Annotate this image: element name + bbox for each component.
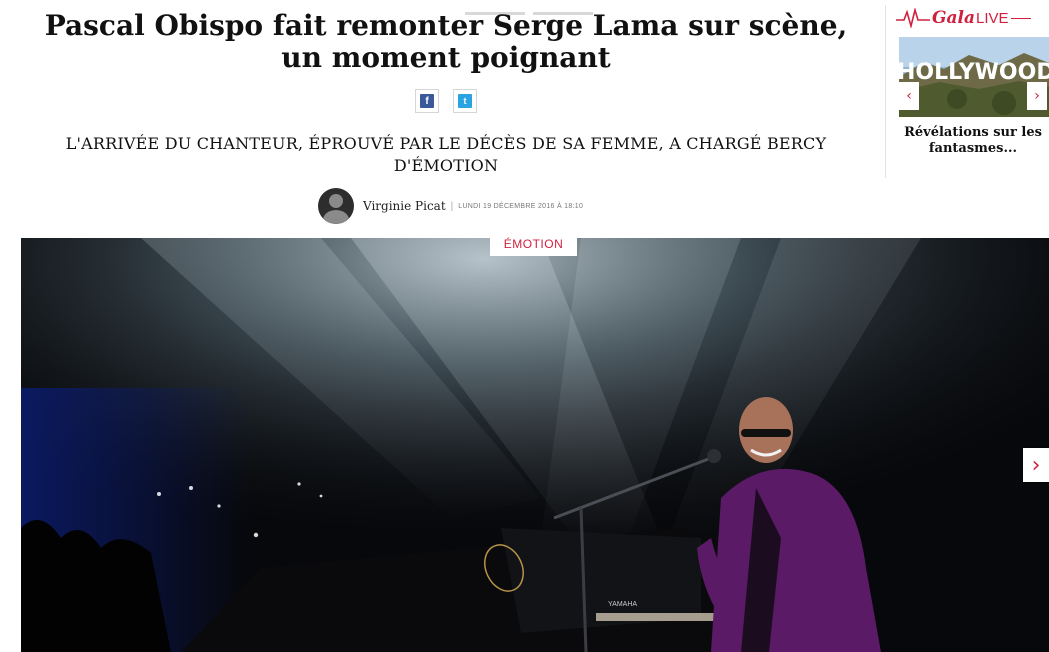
concert-photo: YAMAHA: [21, 238, 1049, 652]
hero-image: YAMAHA: [21, 238, 1049, 652]
gala-brand-text: Gala: [932, 8, 976, 28]
gala-live-logo[interactable]: Gala LIVE: [896, 6, 1048, 30]
chevron-left-icon: ‹: [906, 88, 912, 104]
facebook-share-button[interactable]: f: [415, 89, 439, 113]
publish-date: LUNDI 19 DÉCEMBRE 2016 À 18:10: [458, 202, 584, 210]
article-headline: Pascal Obispo fait remonter Serge Lama s…: [44, 9, 848, 74]
author-avatar[interactable]: [318, 188, 354, 224]
byline-separator: |: [450, 200, 454, 212]
thumb-next-button[interactable]: ›: [1027, 82, 1047, 110]
byline: Virginie Picat | LUNDI 19 DÉCEMBRE 2016 …: [318, 188, 583, 224]
chevron-right-icon: ›: [1031, 452, 1041, 478]
twitter-icon: t: [458, 94, 472, 108]
sidebar-caption[interactable]: Révélations sur les fantasmes...: [898, 125, 1048, 157]
live-text: LIVE: [976, 9, 1009, 27]
sidebar-divider: [885, 5, 886, 178]
hero-next-button[interactable]: ›: [1023, 448, 1049, 482]
facebook-icon: f: [420, 94, 434, 108]
share-buttons: f t: [415, 89, 477, 113]
pulse-icon: [896, 8, 930, 28]
article-subtitle: L'ARRIVÉE DU CHANTEUR, ÉPROUVÉ PAR LE DÉ…: [65, 134, 827, 175]
logo-rule: [1010, 17, 1031, 19]
category-tag[interactable]: ÉMOTION: [490, 232, 577, 256]
thumb-prev-button[interactable]: ‹: [899, 82, 919, 110]
twitter-share-button[interactable]: t: [453, 89, 477, 113]
piano-brand-text: YAMAHA: [608, 601, 637, 608]
chevron-right-icon: ›: [1034, 88, 1040, 104]
author-name[interactable]: Virginie Picat: [363, 199, 446, 213]
top-tab-indicators: [465, 0, 603, 15]
